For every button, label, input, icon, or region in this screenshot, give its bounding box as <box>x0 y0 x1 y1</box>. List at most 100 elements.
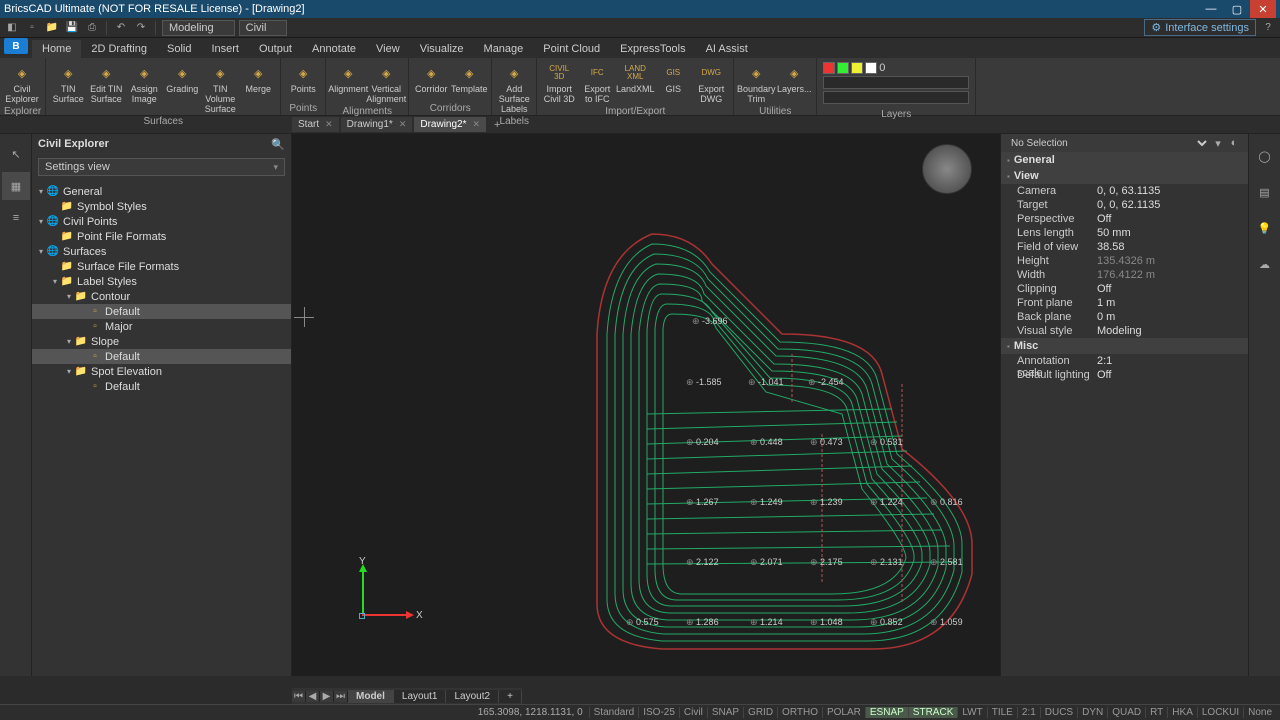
ribbon-btn-tin-surface[interactable]: ◈TIN Surface <box>50 60 86 105</box>
ribbon-btn-landxml[interactable]: LAND XMLLandXML <box>617 60 653 95</box>
ribbon-btn-gis[interactable]: GISGIS <box>655 60 691 95</box>
expand-toggle-icon[interactable]: ▾ <box>36 187 46 196</box>
expand-toggle-icon[interactable]: ▾ <box>64 292 74 301</box>
ribbon-tab-annotate[interactable]: Annotate <box>302 40 366 58</box>
expand-toggle-icon[interactable]: ▾ <box>64 337 74 346</box>
ribbon-btn-template[interactable]: ◈Template <box>451 60 487 95</box>
structure-panel-icon[interactable]: ≡ <box>2 204 30 232</box>
tree-item-spot-elevation[interactable]: ▾📁Spot Elevation <box>32 364 291 379</box>
tree-item-slope[interactable]: ▾📁Slope <box>32 334 291 349</box>
status-toggle-2:1[interactable]: 2:1 <box>1017 707 1040 718</box>
prop-row[interactable]: Height135.4326 m <box>1001 254 1248 268</box>
prop-row[interactable]: Camera0, 0, 63.1135 <box>1001 184 1248 198</box>
status-toggle-esnap[interactable]: ESNAP <box>865 707 908 718</box>
expand-toggle-icon[interactable]: ▾ <box>36 217 46 226</box>
status-toggle-lockui[interactable]: LOCKUI <box>1197 707 1243 718</box>
prop-row[interactable]: Annotation scale2:1 <box>1001 354 1248 368</box>
prop-section-misc[interactable]: Misc <box>1001 338 1248 354</box>
app-menu-icon[interactable]: ◧ <box>4 20 20 36</box>
tree-item-point-file-formats[interactable]: 📁Point File Formats <box>32 229 291 244</box>
status-toggle-quad[interactable]: QUAD <box>1107 707 1145 718</box>
ribbon-btn-grading[interactable]: ◈Grading <box>164 60 200 95</box>
ribbon-tab-home[interactable]: Home <box>32 40 81 58</box>
layout-nav-next[interactable]: ▶ <box>320 691 334 702</box>
ribbon-btn-civil-explorer[interactable]: ◈Civil Explorer <box>4 60 40 105</box>
tree-item-general[interactable]: ▾🌐General <box>32 184 291 199</box>
status-toggle-rt[interactable]: RT <box>1145 707 1167 718</box>
app-logo-icon[interactable]: B <box>4 38 28 54</box>
status-toggle-polar[interactable]: POLAR <box>822 707 865 718</box>
layer-filter-input[interactable] <box>823 91 969 104</box>
prop-row[interactable]: Width176.4122 m <box>1001 268 1248 282</box>
status-toggle-ducs[interactable]: DUCS <box>1040 707 1077 718</box>
maximize-button[interactable]: ▢ <box>1224 0 1250 18</box>
status-toggle-ortho[interactable]: ORTHO <box>777 707 822 718</box>
ribbon-tab-2d-drafting[interactable]: 2D Drafting <box>81 40 157 58</box>
ribbon-btn-export-to-ifc[interactable]: IFCExport to IFC <box>579 60 615 105</box>
layer-color-swatch[interactable] <box>851 62 863 74</box>
prop-row[interactable]: Back plane0 m <box>1001 310 1248 324</box>
expand-toggle-icon[interactable]: ▾ <box>64 367 74 376</box>
ribbon-btn-layers[interactable]: ◈Layers... <box>776 60 812 95</box>
search-icon[interactable]: 🔍 <box>271 138 285 151</box>
status-toggle-strack[interactable]: STRACK <box>908 707 958 718</box>
ribbon-btn-alignment[interactable]: ◈Alignment <box>330 60 366 95</box>
redo-icon[interactable]: ↷ <box>133 20 149 36</box>
status-iso[interactable]: ISO-25 <box>638 707 679 718</box>
status-scale[interactable]: Standard <box>589 707 639 718</box>
doc-tab[interactable]: Drawing1*✕ <box>341 117 413 132</box>
prop-row[interactable]: Default lightingOff <box>1001 368 1248 382</box>
workspace-dropdown[interactable]: Modeling <box>162 20 235 36</box>
layer-color-swatch[interactable] <box>837 62 849 74</box>
doc-tab[interactable]: Start✕ <box>292 117 339 132</box>
status-toggle-grid[interactable]: GRID <box>743 707 777 718</box>
open-icon[interactable]: 📁 <box>44 20 60 36</box>
tree-item-default[interactable]: ▫Default <box>32 379 291 394</box>
explorer-view-dropdown[interactable]: Settings view ▾ <box>38 158 285 176</box>
status-discipline[interactable]: Civil <box>679 707 707 718</box>
ribbon-btn-edit-tin-surface[interactable]: ◈Edit TIN Surface <box>88 60 124 105</box>
undo-icon[interactable]: ↶ <box>113 20 129 36</box>
prop-row[interactable]: PerspectiveOff <box>1001 212 1248 226</box>
tree-item-label-styles[interactable]: ▾📁Label Styles <box>32 274 291 289</box>
tree-item-default[interactable]: ▫Default <box>32 304 291 319</box>
ribbon-btn-points[interactable]: ◈Points <box>285 60 321 95</box>
ribbon-tab-insert[interactable]: Insert <box>201 40 249 58</box>
discipline-dropdown[interactable]: Civil <box>239 20 288 36</box>
ribbon-tab-solid[interactable]: Solid <box>157 40 201 58</box>
ribbon-btn-corridor[interactable]: ◈Corridor <box>413 60 449 95</box>
pin-icon[interactable]: ◐ <box>1226 137 1242 149</box>
tree-item-civil-points[interactable]: ▾🌐Civil Points <box>32 214 291 229</box>
civil-explorer-icon[interactable]: ▦ <box>2 172 30 200</box>
interface-settings-button[interactable]: ⚙ Interface settings <box>1144 19 1256 36</box>
layout-nav-prev[interactable]: ◀ <box>306 691 320 702</box>
drawing-viewport[interactable]: -3.696-1.585-1.041-2.4540.2040.4480.4730… <box>292 134 1000 676</box>
tree-item-surface-file-formats[interactable]: 📁Surface File Formats <box>32 259 291 274</box>
layout-nav-first[interactable]: ⏮ <box>292 691 306 702</box>
ribbon-tab-expresstools[interactable]: ExpressTools <box>610 40 695 58</box>
prop-section-view[interactable]: View <box>1001 168 1248 184</box>
ribbon-tab-manage[interactable]: Manage <box>474 40 534 58</box>
layout-tab-model[interactable]: Model <box>348 690 394 703</box>
lightbulb-icon[interactable]: 💡 <box>1253 214 1277 242</box>
ribbon-btn-assign-image[interactable]: ◈Assign Image <box>126 60 162 105</box>
ribbon-tab-view[interactable]: View <box>366 40 410 58</box>
close-button[interactable]: ✕ <box>1250 0 1276 18</box>
ribbon-tab-visualize[interactable]: Visualize <box>410 40 474 58</box>
close-tab-icon[interactable]: ✕ <box>473 119 481 130</box>
close-tab-icon[interactable]: ✕ <box>325 119 333 130</box>
status-toggle-hka[interactable]: HKA <box>1167 707 1197 718</box>
layer-name-input[interactable] <box>823 76 969 89</box>
tree-item-surfaces[interactable]: ▾🌐Surfaces <box>32 244 291 259</box>
layout-nav-last[interactable]: ⏭ <box>334 691 348 702</box>
ribbon-btn-tin-volume-surface[interactable]: ◈TIN Volume Surface <box>202 60 238 115</box>
layout-tab-layout2[interactable]: Layout2 <box>446 690 499 703</box>
cursor-tool-icon[interactable]: ↖ <box>2 140 30 168</box>
layer-color-swatch[interactable] <box>865 62 877 74</box>
prop-row[interactable]: Lens length50 mm <box>1001 226 1248 240</box>
ribbon-btn-import-civil-3d[interactable]: CIVIL 3DImport Civil 3D <box>541 60 577 105</box>
close-tab-icon[interactable]: ✕ <box>399 119 407 130</box>
status-toggle-tile[interactable]: TILE <box>987 707 1017 718</box>
ribbon-tab-output[interactable]: Output <box>249 40 302 58</box>
status-toggle-dyn[interactable]: DYN <box>1077 707 1107 718</box>
